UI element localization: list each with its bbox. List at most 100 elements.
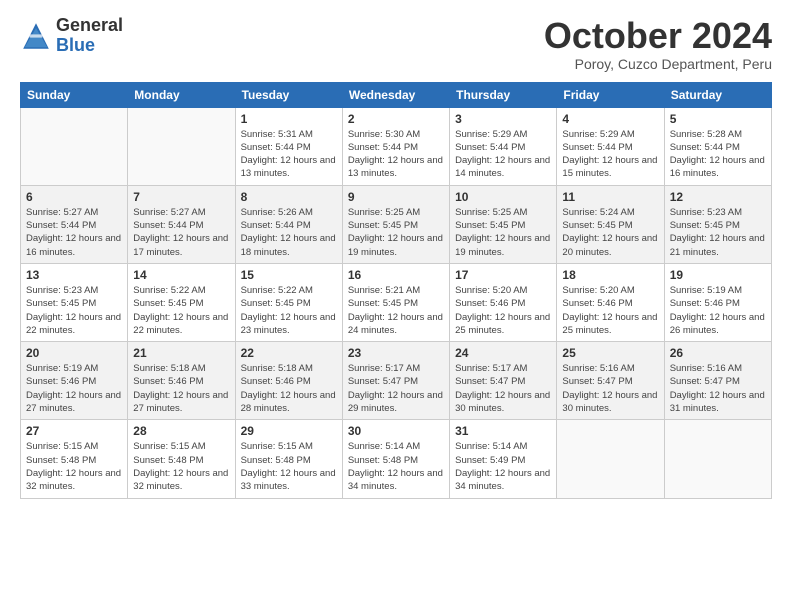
day-info: Sunrise: 5:24 AMSunset: 5:45 PMDaylight:… bbox=[562, 206, 658, 259]
table-row: 17 Sunrise: 5:20 AMSunset: 5:46 PMDayligh… bbox=[450, 263, 557, 341]
day-info: Sunrise: 5:23 AMSunset: 5:45 PMDaylight:… bbox=[670, 206, 766, 259]
day-number: 13 bbox=[26, 268, 122, 282]
table-row: 2 Sunrise: 5:30 AMSunset: 5:44 PMDaylight… bbox=[342, 107, 449, 185]
day-info: Sunrise: 5:17 AMSunset: 5:47 PMDaylight:… bbox=[455, 362, 551, 415]
day-info: Sunrise: 5:20 AMSunset: 5:46 PMDaylight:… bbox=[455, 284, 551, 337]
table-row bbox=[557, 420, 664, 498]
day-number: 6 bbox=[26, 190, 122, 204]
day-info: Sunrise: 5:27 AMSunset: 5:44 PMDaylight:… bbox=[26, 206, 122, 259]
location-subtitle: Poroy, Cuzco Department, Peru bbox=[544, 56, 772, 72]
day-number: 11 bbox=[562, 190, 658, 204]
day-number: 14 bbox=[133, 268, 229, 282]
day-info: Sunrise: 5:14 AMSunset: 5:48 PMDaylight:… bbox=[348, 440, 444, 493]
day-number: 18 bbox=[562, 268, 658, 282]
logo-general-text: General bbox=[56, 16, 123, 36]
table-row: 11 Sunrise: 5:24 AMSunset: 5:45 PMDayligh… bbox=[557, 185, 664, 263]
day-number: 3 bbox=[455, 112, 551, 126]
col-friday: Friday bbox=[557, 82, 664, 107]
logo-icon bbox=[20, 20, 52, 52]
table-row: 8Sunrise: 5:26 AMSunset: 5:44 PMDaylight… bbox=[235, 185, 342, 263]
day-info: Sunrise: 5:21 AMSunset: 5:45 PMDaylight:… bbox=[348, 284, 444, 337]
day-number: 15 bbox=[241, 268, 337, 282]
table-row: 9 Sunrise: 5:25 AMSunset: 5:45 PMDaylight… bbox=[342, 185, 449, 263]
table-row: 16 Sunrise: 5:21 AMSunset: 5:45 PMDayligh… bbox=[342, 263, 449, 341]
day-number: 4 bbox=[562, 112, 658, 126]
table-row: 21 Sunrise: 5:18 AMSunset: 5:46 PMDayligh… bbox=[128, 342, 235, 420]
table-row: 4 Sunrise: 5:29 AMSunset: 5:44 PMDaylight… bbox=[557, 107, 664, 185]
day-number: 16 bbox=[348, 268, 444, 282]
calendar-week-5: 27Sunrise: 5:15 AMSunset: 5:48 PMDayligh… bbox=[21, 420, 772, 498]
day-info: Sunrise: 5:16 AMSunset: 5:47 PMDaylight:… bbox=[670, 362, 766, 415]
logo: General Blue bbox=[20, 16, 123, 56]
header: General Blue October 2024 Poroy, Cuzco D… bbox=[20, 16, 772, 72]
header-row: Sunday Monday Tuesday Wednesday Thursday… bbox=[21, 82, 772, 107]
day-info: Sunrise: 5:19 AMSunset: 5:46 PMDaylight:… bbox=[26, 362, 122, 415]
day-info: Sunrise: 5:29 AMSunset: 5:44 PMDaylight:… bbox=[562, 128, 658, 181]
day-number: 21 bbox=[133, 346, 229, 360]
day-info: Sunrise: 5:22 AMSunset: 5:45 PMDaylight:… bbox=[241, 284, 337, 337]
day-number: 12 bbox=[670, 190, 766, 204]
table-row: 30 Sunrise: 5:14 AMSunset: 5:48 PMDayligh… bbox=[342, 420, 449, 498]
day-number: 17 bbox=[455, 268, 551, 282]
table-row: 29Sunrise: 5:15 AMSunset: 5:48 PMDayligh… bbox=[235, 420, 342, 498]
table-row: 6 Sunrise: 5:27 AMSunset: 5:44 PMDaylight… bbox=[21, 185, 128, 263]
calendar: Sunday Monday Tuesday Wednesday Thursday… bbox=[20, 82, 772, 499]
table-row: 3 Sunrise: 5:29 AMSunset: 5:44 PMDaylight… bbox=[450, 107, 557, 185]
logo-text: General Blue bbox=[56, 16, 123, 56]
table-row: 14 Sunrise: 5:22 AMSunset: 5:45 PMDayligh… bbox=[128, 263, 235, 341]
day-info: Sunrise: 5:16 AMSunset: 5:47 PMDaylight:… bbox=[562, 362, 658, 415]
day-info: Sunrise: 5:18 AMSunset: 5:46 PMDaylight:… bbox=[133, 362, 229, 415]
day-number: 31 bbox=[455, 424, 551, 438]
day-number: 9 bbox=[348, 190, 444, 204]
day-number: 25 bbox=[562, 346, 658, 360]
table-row: 10Sunrise: 5:25 AMSunset: 5:45 PMDayligh… bbox=[450, 185, 557, 263]
table-row: 27Sunrise: 5:15 AMSunset: 5:48 PMDayligh… bbox=[21, 420, 128, 498]
table-row: 18Sunrise: 5:20 AMSunset: 5:46 PMDayligh… bbox=[557, 263, 664, 341]
table-row bbox=[664, 420, 771, 498]
calendar-week-2: 6 Sunrise: 5:27 AMSunset: 5:44 PMDaylight… bbox=[21, 185, 772, 263]
day-number: 26 bbox=[670, 346, 766, 360]
col-wednesday: Wednesday bbox=[342, 82, 449, 107]
day-info: Sunrise: 5:27 AMSunset: 5:44 PMDaylight:… bbox=[133, 206, 229, 259]
table-row: 7Sunrise: 5:27 AMSunset: 5:44 PMDaylight… bbox=[128, 185, 235, 263]
table-row: 15 Sunrise: 5:22 AMSunset: 5:45 PMDayligh… bbox=[235, 263, 342, 341]
day-number: 24 bbox=[455, 346, 551, 360]
day-info: Sunrise: 5:22 AMSunset: 5:45 PMDaylight:… bbox=[133, 284, 229, 337]
table-row: 22Sunrise: 5:18 AMSunset: 5:46 PMDayligh… bbox=[235, 342, 342, 420]
day-number: 23 bbox=[348, 346, 444, 360]
calendar-week-3: 13 Sunrise: 5:23 AMSunset: 5:45 PMDayligh… bbox=[21, 263, 772, 341]
col-tuesday: Tuesday bbox=[235, 82, 342, 107]
day-info: Sunrise: 5:14 AMSunset: 5:49 PMDaylight:… bbox=[455, 440, 551, 493]
table-row: 24 Sunrise: 5:17 AMSunset: 5:47 PMDayligh… bbox=[450, 342, 557, 420]
day-info: Sunrise: 5:31 AMSunset: 5:44 PMDaylight:… bbox=[241, 128, 337, 181]
table-row bbox=[128, 107, 235, 185]
day-number: 2 bbox=[348, 112, 444, 126]
day-info: Sunrise: 5:23 AMSunset: 5:45 PMDaylight:… bbox=[26, 284, 122, 337]
page: General Blue October 2024 Poroy, Cuzco D… bbox=[0, 0, 792, 612]
day-info: Sunrise: 5:15 AMSunset: 5:48 PMDaylight:… bbox=[26, 440, 122, 493]
month-title: October 2024 bbox=[544, 16, 772, 56]
table-row: 19Sunrise: 5:19 AMSunset: 5:46 PMDayligh… bbox=[664, 263, 771, 341]
table-row bbox=[21, 107, 128, 185]
day-number: 20 bbox=[26, 346, 122, 360]
title-block: October 2024 Poroy, Cuzco Department, Pe… bbox=[544, 16, 772, 72]
day-info: Sunrise: 5:19 AMSunset: 5:46 PMDaylight:… bbox=[670, 284, 766, 337]
day-number: 8 bbox=[241, 190, 337, 204]
table-row: 12 Sunrise: 5:23 AMSunset: 5:45 PMDayligh… bbox=[664, 185, 771, 263]
col-saturday: Saturday bbox=[664, 82, 771, 107]
table-row: 26 Sunrise: 5:16 AMSunset: 5:47 PMDayligh… bbox=[664, 342, 771, 420]
day-info: Sunrise: 5:28 AMSunset: 5:44 PMDaylight:… bbox=[670, 128, 766, 181]
day-number: 28 bbox=[133, 424, 229, 438]
day-info: Sunrise: 5:30 AMSunset: 5:44 PMDaylight:… bbox=[348, 128, 444, 181]
table-row: 20 Sunrise: 5:19 AMSunset: 5:46 PMDayligh… bbox=[21, 342, 128, 420]
day-info: Sunrise: 5:25 AMSunset: 5:45 PMDaylight:… bbox=[348, 206, 444, 259]
table-row: 25 Sunrise: 5:16 AMSunset: 5:47 PMDayligh… bbox=[557, 342, 664, 420]
day-info: Sunrise: 5:15 AMSunset: 5:48 PMDaylight:… bbox=[133, 440, 229, 493]
col-thursday: Thursday bbox=[450, 82, 557, 107]
day-info: Sunrise: 5:29 AMSunset: 5:44 PMDaylight:… bbox=[455, 128, 551, 181]
table-row: 13 Sunrise: 5:23 AMSunset: 5:45 PMDayligh… bbox=[21, 263, 128, 341]
day-number: 29 bbox=[241, 424, 337, 438]
day-number: 30 bbox=[348, 424, 444, 438]
table-row: 23Sunrise: 5:17 AMSunset: 5:47 PMDayligh… bbox=[342, 342, 449, 420]
calendar-week-1: 1Sunrise: 5:31 AMSunset: 5:44 PMDaylight… bbox=[21, 107, 772, 185]
